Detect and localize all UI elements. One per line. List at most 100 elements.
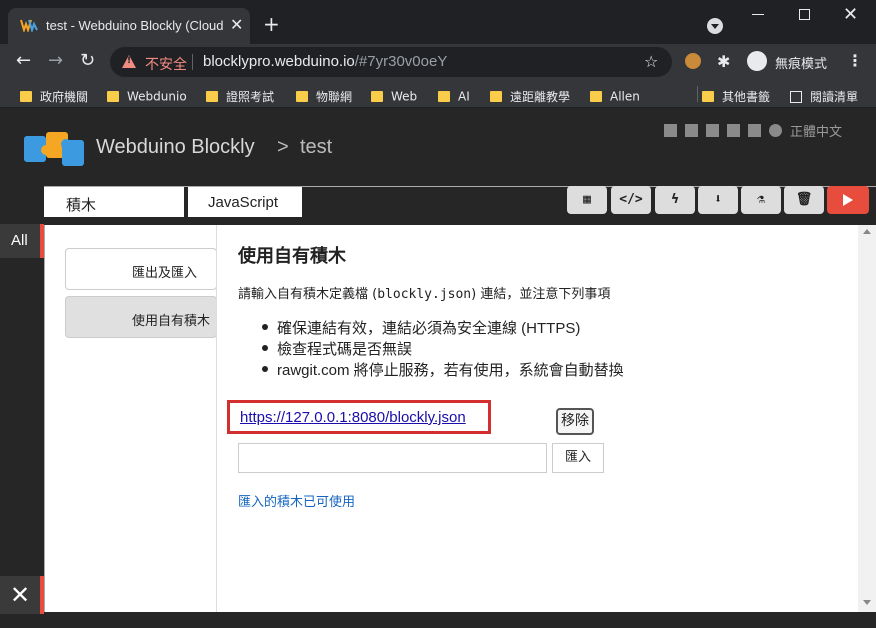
side-nav-export-import[interactable]: 匯出及匯入 (65, 248, 217, 290)
security-status[interactable]: 不安全 (145, 54, 187, 74)
list-item: rawgit.com 將停止服務，若有使用，系統會自動替換 (259, 359, 679, 380)
browser-menu-icon[interactable]: ⋮ (847, 51, 863, 70)
tab-blocks[interactable]: 積木 (44, 187, 184, 217)
bookmark-star-icon[interactable]: ☆ (644, 52, 658, 71)
forward-icon[interactable]: → (48, 52, 63, 70)
globe-icon[interactable] (769, 124, 782, 137)
folder-icon (590, 91, 602, 102)
back-icon[interactable]: ← (16, 52, 31, 70)
tab-close-icon[interactable]: ✕ (230, 17, 243, 33)
browser-titlebar: test - Webduino Blockly (Cloud ✕ + ✕ (0, 0, 876, 44)
cookie-extension-icon[interactable] (685, 53, 701, 69)
code-view-button[interactable]: </> (611, 186, 651, 214)
webduino-favicon-icon (20, 19, 38, 32)
reading-list[interactable]: 閱讀清單 (790, 86, 858, 104)
lab-button[interactable]: ⚗ (741, 186, 781, 214)
folder-icon (438, 91, 450, 102)
window-close-icon[interactable]: ✕ (843, 4, 858, 25)
bookmark-label: 政府機關 (40, 90, 89, 104)
desc-suffix: ) 連結，並注意下列事項 (471, 287, 611, 302)
bookmark-folder[interactable]: 證照考試 (206, 86, 274, 104)
bookmark-label: 物聯網 (316, 90, 353, 104)
bookmark-folder[interactable]: 遠距離教學 (490, 86, 570, 104)
blocks-url-input[interactable] (238, 443, 547, 473)
browser-tab[interactable]: test - Webduino Blockly (Cloud ✕ (8, 8, 250, 44)
tab-javascript-label: JavaScript (208, 194, 279, 211)
folder-icon (20, 91, 32, 102)
bookmark-folder[interactable]: Allen (590, 86, 640, 104)
app-title: Webduino Blockly (96, 136, 255, 158)
trash-button[interactable]: 🗑 (784, 186, 824, 214)
flash-button[interactable]: ϟ (655, 186, 695, 214)
warning-icon[interactable] (122, 55, 136, 68)
project-name[interactable]: test (300, 136, 332, 159)
url-text[interactable]: blocklypro.webduino.io/#7yr30v0oeY (203, 53, 447, 70)
webduino-page: Webduino Blockly > test 正體中文 積木 JavaScri… (0, 108, 876, 628)
header-icons: 正體中文 (664, 120, 842, 140)
scroll-up-icon[interactable] (863, 229, 871, 234)
other-bookmarks[interactable]: 其他書籤 (702, 86, 770, 104)
home-icon[interactable] (664, 124, 677, 137)
folder-icon (702, 91, 714, 102)
bookmark-label: 證照考試 (226, 90, 275, 104)
tab-title: test - Webduino Blockly (Cloud (46, 18, 224, 33)
incognito-icon (747, 51, 767, 71)
close-panel-button[interactable]: ✕ (0, 576, 44, 614)
incognito-label: 無痕模式 (775, 57, 828, 72)
reload-icon[interactable]: ↻ (80, 52, 95, 70)
folder-icon (296, 91, 308, 102)
bookmark-folder[interactable]: 政府機關 (20, 86, 88, 104)
binoculars-icon[interactable] (685, 124, 698, 137)
bookmark-label: Webdunio (127, 89, 187, 104)
bookmark-folder[interactable]: 物聯網 (296, 86, 352, 104)
new-tab-button[interactable]: + (263, 14, 280, 34)
desc-code: blockly.json (377, 287, 472, 302)
dialog-scrollbar[interactable] (858, 225, 876, 612)
bookmark-label: AI (458, 89, 470, 104)
address-bar[interactable]: 不安全 blocklypro.webduino.io/#7yr30v0oeY ☆ (110, 47, 672, 77)
tab-search-icon[interactable] (707, 18, 723, 34)
bookmark-folder[interactable]: Web (371, 86, 417, 104)
folder-icon (107, 91, 119, 102)
tab-blocks-label: 積木 (66, 196, 97, 214)
webduino-logo-icon (24, 132, 84, 166)
dialog-description: 請輸入自有積木定義檔 (blockly.json) 連結，並注意下列事項 (238, 283, 610, 302)
scroll-down-icon[interactable] (863, 600, 871, 605)
puzzle-extensions-icon[interactable]: ✱ (717, 52, 730, 71)
sign-in-icon[interactable] (748, 124, 761, 137)
custom-blocks-url-link[interactable]: https://127.0.0.1:8080/blockly.json (240, 409, 466, 426)
side-nav-label: 匯出及匯入 (132, 266, 198, 281)
highlighted-url-box: https://127.0.0.1:8080/blockly.json (227, 400, 491, 434)
bookmark-label: 遠距離教學 (510, 90, 571, 104)
save-button[interactable]: ⬇ (698, 186, 738, 214)
incognito-indicator[interactable]: 無痕模式 (745, 49, 831, 73)
folder-icon (371, 91, 383, 102)
bookmark-folder[interactable]: AI (438, 86, 470, 104)
folder-icon (206, 91, 218, 102)
dialog-content: 使用自有積木 請輸入自有積木定義檔 (blockly.json) 連結，並注意下… (216, 225, 856, 612)
other-bookmarks-label: 其他書籤 (722, 90, 771, 104)
dialog-title: 使用自有積木 (238, 246, 346, 267)
tab-javascript[interactable]: JavaScript (188, 187, 302, 217)
bookmark-label: Allen (610, 89, 640, 104)
notes-list: 確保連結有效，連結必須為安全連線 (HTTPS) 檢查程式碼是否無誤 rawgi… (259, 317, 679, 380)
custom-blocks-dialog: 匯出及匯入 使用自有積木 使用自有積木 請輸入自有積木定義檔 (blockly.… (44, 225, 876, 612)
run-button[interactable] (827, 186, 869, 214)
reading-list-icon (790, 90, 802, 103)
document-icon[interactable] (727, 124, 740, 137)
bookmarks-divider (697, 86, 698, 102)
language-selector[interactable]: 正體中文 (790, 121, 842, 140)
minimize-icon[interactable] (752, 14, 764, 15)
bookmarks-bar: 政府機關 Webdunio 證照考試 物聯網 Web AI 遠距離教學 Alle… (0, 80, 876, 108)
bookmark-folder[interactable]: Webdunio (107, 86, 187, 104)
side-nav-custom-blocks[interactable]: 使用自有積木 (65, 296, 217, 338)
folder-icon (490, 91, 502, 102)
remove-button[interactable]: 移除 (556, 408, 594, 435)
book-icon[interactable] (706, 124, 719, 137)
breadcrumb-separator: > (277, 136, 289, 158)
import-button[interactable]: 匯入 (552, 443, 604, 473)
category-all[interactable]: All (0, 224, 44, 258)
qr-code-button[interactable]: ▦ (567, 186, 607, 214)
url-host: blocklypro.webduino.io (203, 53, 355, 70)
maximize-icon[interactable] (799, 9, 810, 20)
